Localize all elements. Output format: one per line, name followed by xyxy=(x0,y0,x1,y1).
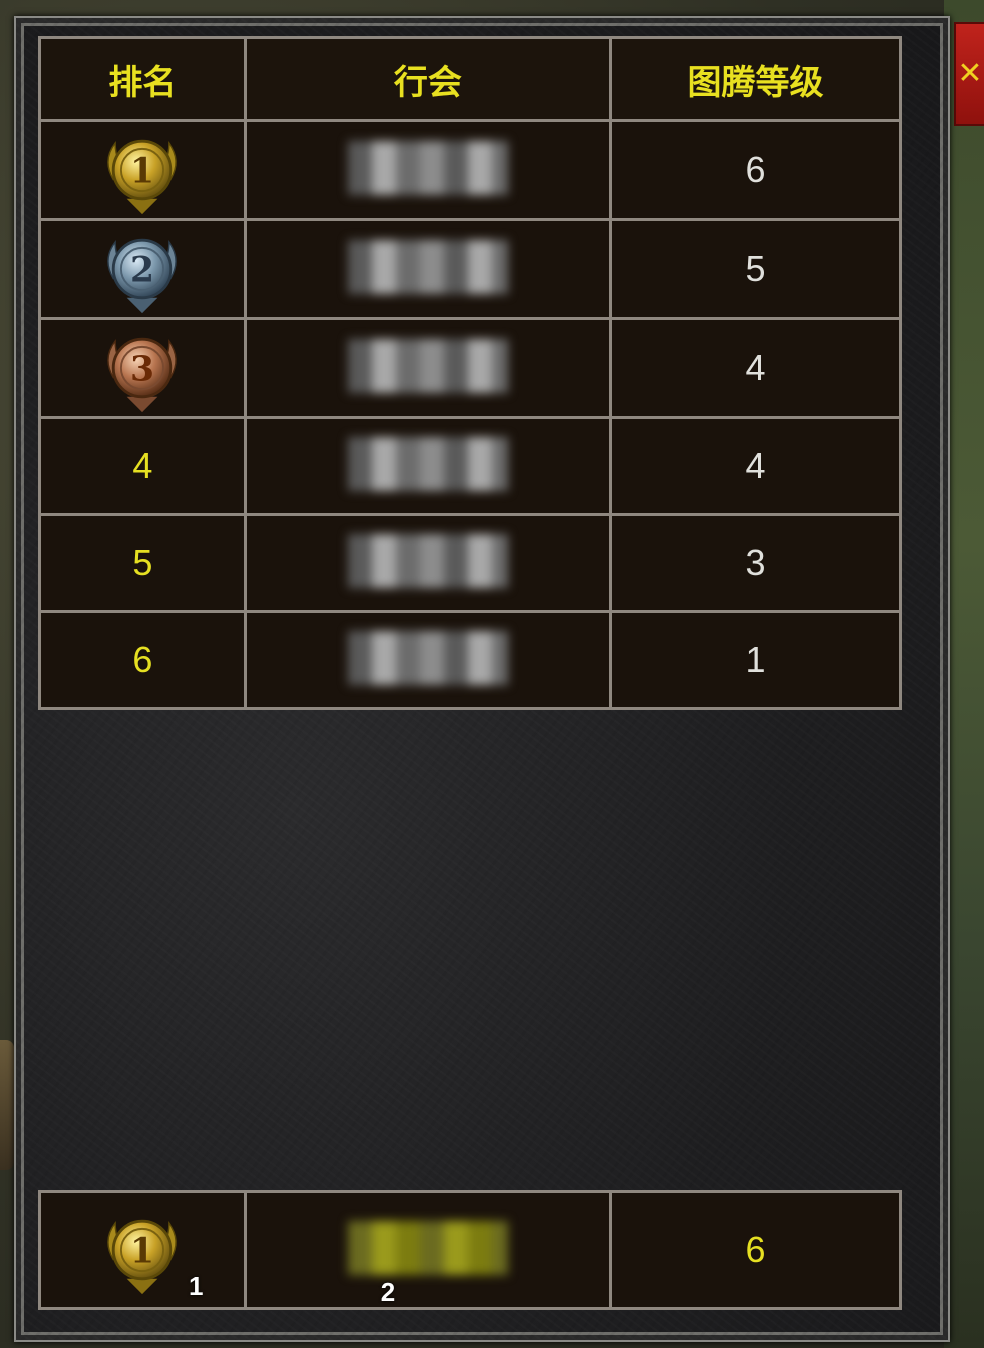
level-cell: 1 xyxy=(608,610,903,710)
table-header-row: 排名 行会 图腾等级 xyxy=(38,36,903,122)
svg-text:1: 1 xyxy=(130,151,154,191)
annotation-badge-1: 1 xyxy=(189,1271,204,1301)
rank-cell: 3 xyxy=(38,317,247,419)
rank-value: 4 xyxy=(132,445,153,486)
level-cell: 4 xyxy=(608,416,903,516)
guild-cell xyxy=(243,513,612,613)
guild-name-blurred xyxy=(347,437,508,491)
table-row[interactable]: 5 3 xyxy=(38,513,903,613)
rank-cell: 4 xyxy=(38,416,247,516)
level-cell: 5 xyxy=(608,218,903,320)
rank-value: 5 xyxy=(132,542,153,583)
table-row[interactable]: 4 4 xyxy=(38,416,903,516)
annotation-badge-2: 2 xyxy=(380,1277,396,1307)
rank-cell: 1 xyxy=(38,119,247,221)
svg-text:3: 3 xyxy=(130,349,154,389)
totem-level-value: 5 xyxy=(745,248,766,289)
guild-name-blurred xyxy=(347,240,508,294)
gold-medal-icon: 1 xyxy=(107,1219,178,1295)
totem-level-value: 3 xyxy=(745,542,766,583)
header-guild: 行会 xyxy=(243,36,612,122)
rank-cell: 2 xyxy=(38,218,247,320)
header-totem-level: 图腾等级 xyxy=(608,36,903,122)
my-guild-table-row: 1 1 2 6 xyxy=(38,1190,903,1310)
totem-level-value: 4 xyxy=(745,347,766,388)
svg-text:2: 2 xyxy=(130,250,154,290)
my-guild-name-blurred xyxy=(347,1221,508,1275)
rank-value: 6 xyxy=(132,639,153,680)
guild-name-blurred xyxy=(347,534,508,588)
level-cell: 4 xyxy=(608,317,903,419)
guild-cell xyxy=(243,218,612,320)
guild-name-blurred xyxy=(347,339,508,393)
table-row[interactable]: 3 4 xyxy=(38,317,903,419)
totem-level-value: 6 xyxy=(745,149,766,190)
totem-level-value: 4 xyxy=(745,445,766,486)
my-level-cell: 6 xyxy=(608,1190,903,1310)
rank-cell: 6 xyxy=(38,610,247,710)
my-guild-cell: 2 xyxy=(243,1190,612,1310)
silver-medal-icon: 2 xyxy=(107,238,178,314)
totem-level-value: 1 xyxy=(745,639,766,680)
guild-cell xyxy=(243,119,612,221)
guild-cell xyxy=(243,317,612,419)
rank-cell: 5 xyxy=(38,513,247,613)
game-scene: ✕ 排名 行会 图腾等级 1 6 2 5 3 4 4 4 5 3 6 1 1 1… xyxy=(0,0,984,1348)
level-cell: 3 xyxy=(608,513,903,613)
header-rank: 排名 xyxy=(38,36,247,122)
my-rank-cell: 1 1 xyxy=(38,1190,247,1310)
left-edge-decoration xyxy=(0,1040,14,1170)
guild-name-blurred xyxy=(347,141,508,195)
guild-name-blurred xyxy=(347,631,508,685)
bronze-medal-icon: 3 xyxy=(107,337,178,413)
guild-ranking-table: 排名 行会 图腾等级 1 6 2 5 3 4 4 4 5 3 6 1 xyxy=(38,36,903,710)
close-icon[interactable]: ✕ xyxy=(957,56,982,91)
gold-medal-icon: 1 xyxy=(107,139,178,215)
level-cell: 6 xyxy=(608,119,903,221)
guild-cell xyxy=(243,610,612,710)
table-row[interactable]: 1 6 xyxy=(38,119,903,221)
close-button[interactable]: ✕ xyxy=(954,22,984,126)
table-row[interactable]: 2 5 xyxy=(38,218,903,320)
my-guild-row: 1 1 2 6 xyxy=(38,1190,903,1310)
table-row[interactable]: 6 1 xyxy=(38,610,903,710)
svg-text:1: 1 xyxy=(130,1231,154,1271)
my-totem-level-value: 6 xyxy=(745,1229,766,1270)
world-background xyxy=(944,0,984,1348)
guild-cell xyxy=(243,416,612,516)
